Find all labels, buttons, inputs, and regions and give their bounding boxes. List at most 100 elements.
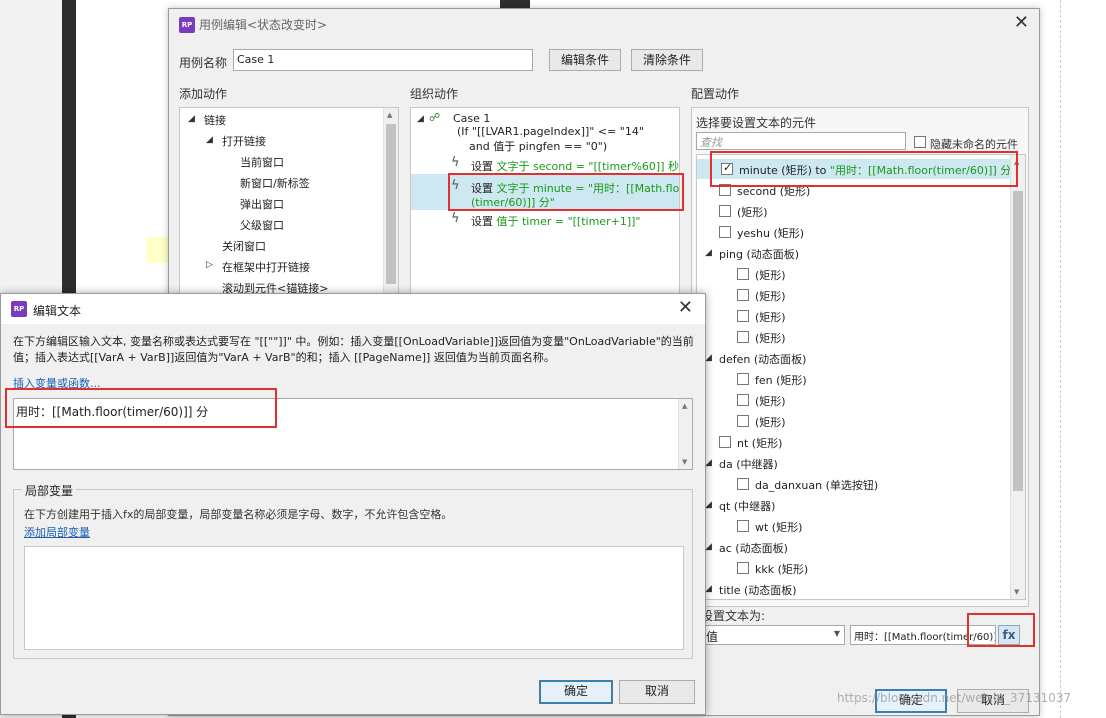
- action-prefix: 设置: [471, 160, 493, 173]
- hide-unnamed-checkbox[interactable]: [914, 136, 926, 148]
- edit-condition-button[interactable]: 编辑条件: [549, 49, 621, 71]
- clear-condition-button[interactable]: 清除条件: [631, 49, 703, 71]
- widget-checkbox[interactable]: [737, 562, 749, 574]
- widget-checkbox[interactable]: [737, 268, 749, 280]
- close-icon[interactable]: ✕: [678, 297, 693, 318]
- scroll-down-icon[interactable]: ▼: [1014, 588, 1019, 596]
- value-type-select[interactable]: 值 ▼: [701, 625, 845, 645]
- local-variables-desc: 在下方创建用于插入fx的局部变量，局部变量名称必须是字母、数字，不允许包含空格。: [24, 508, 453, 521]
- widget-checkbox[interactable]: [737, 520, 749, 532]
- set-text-label: 设置文本为:: [701, 609, 766, 623]
- widget-group[interactable]: title (动态面板): [719, 582, 797, 598]
- organize-actions-heading: 组织动作: [410, 87, 459, 101]
- widget-search-input[interactable]: 查找: [696, 132, 906, 150]
- highlight-box: [710, 151, 1018, 187]
- widget-group[interactable]: qt (中继器): [719, 498, 775, 514]
- local-variables-title: 局部变量: [22, 482, 77, 499]
- widget-item[interactable]: (矩形): [755, 288, 786, 304]
- widget-item[interactable]: kkk (矩形): [755, 561, 808, 577]
- background-dark-tab: [500, 0, 530, 8]
- widget-checkbox[interactable]: [737, 373, 749, 385]
- widget-group[interactable]: defen (动态面板): [719, 351, 806, 367]
- widget-checkbox[interactable]: [737, 394, 749, 406]
- axure-rp-icon: RP: [11, 301, 27, 317]
- widget-item[interactable]: (矩形): [755, 330, 786, 346]
- tree-item-new-window[interactable]: 新窗口/新标签: [240, 175, 310, 191]
- case-name-input[interactable]: Case 1: [233, 49, 533, 71]
- tree-item-close-window[interactable]: 关闭窗口: [222, 238, 266, 254]
- widget-item[interactable]: (矩形): [737, 204, 768, 220]
- action-bolt-icon: ϟ: [451, 155, 460, 170]
- tree-item-parent-window[interactable]: 父级窗口: [240, 217, 284, 233]
- widget-item[interactable]: (矩形): [755, 393, 786, 409]
- widget-checkbox[interactable]: [737, 289, 749, 301]
- configure-subheading: 选择要设置文本的元件: [696, 116, 817, 130]
- tree-item-current-window[interactable]: 当前窗口: [240, 154, 284, 170]
- scroll-up-icon[interactable]: ▲: [387, 111, 392, 119]
- collapse-icon[interactable]: ▷: [206, 260, 213, 270]
- expand-icon[interactable]: ◢: [188, 114, 195, 124]
- widget-item[interactable]: fen (矩形): [755, 372, 807, 388]
- widget-checkbox[interactable]: [737, 415, 749, 427]
- edit-ok-button[interactable]: 确定: [539, 680, 613, 704]
- widget-item[interactable]: wt (矩形): [755, 519, 802, 535]
- tree-item-link[interactable]: 链接: [204, 112, 226, 128]
- expand-icon[interactable]: ◢: [705, 542, 712, 552]
- widget-group[interactable]: ping (动态面板): [719, 246, 799, 262]
- widget-item[interactable]: da_danxuan (单选按钮): [755, 477, 878, 493]
- widget-checkbox[interactable]: [719, 205, 731, 217]
- widget-item[interactable]: (矩形): [755, 309, 786, 325]
- case-condition-line2: and 值于 pingfen == "0"): [469, 140, 608, 153]
- case-title[interactable]: Case 1: [453, 112, 490, 125]
- tree-item-open-in-frame[interactable]: 在框架中打开链接: [222, 259, 310, 275]
- hide-unnamed-label: 隐藏未命名的元件: [930, 138, 1018, 151]
- action-detail: 文字于 second = "[[timer%60]] 秒": [496, 160, 680, 173]
- action-prefix: 设置: [471, 215, 493, 228]
- widget-group[interactable]: ac (动态面板): [719, 540, 788, 556]
- axure-rp-icon: RP: [179, 17, 195, 33]
- highlight-box: [5, 388, 277, 428]
- widget-item[interactable]: nt (矩形): [737, 435, 782, 451]
- expand-icon[interactable]: ◢: [206, 135, 213, 145]
- watermark: https://blog.csdn.net/weixin_37131037: [837, 691, 1072, 705]
- widget-group[interactable]: da (中继器): [719, 456, 778, 472]
- expand-icon[interactable]: ◢: [705, 584, 712, 594]
- action-set-second[interactable]: 设置 文字于 second = "[[timer%60]] 秒": [471, 158, 680, 174]
- widget-checkbox[interactable]: [737, 478, 749, 490]
- case-icon: ☍: [429, 111, 441, 124]
- case-condition-line1: (If "[[LVAR1.pageIndex]]" <= "14": [457, 125, 644, 138]
- scroll-down-icon[interactable]: ▼: [682, 458, 687, 466]
- configure-actions-heading: 配置动作: [691, 87, 740, 101]
- scroll-up-icon[interactable]: ▲: [682, 402, 687, 410]
- widget-checkbox[interactable]: [737, 310, 749, 322]
- case-name-label: 用例名称: [179, 56, 228, 70]
- expand-icon[interactable]: ◢: [705, 248, 712, 258]
- edit-text-header: [1, 294, 705, 324]
- edit-cancel-button[interactable]: 取消: [619, 680, 695, 704]
- dialog-title: 用例编辑<状态改变时>: [199, 18, 328, 32]
- widget-item[interactable]: (矩形): [755, 414, 786, 430]
- local-variables-list[interactable]: [24, 546, 684, 650]
- background-guide-line: [1060, 0, 1061, 718]
- expand-icon[interactable]: ◢: [705, 458, 712, 468]
- expand-icon[interactable]: ◢: [705, 500, 712, 510]
- widget-checkbox[interactable]: [719, 226, 731, 238]
- widget-item[interactable]: (矩形): [755, 267, 786, 283]
- expand-icon[interactable]: ◢: [417, 114, 424, 124]
- tree-item-popup-window[interactable]: 弹出窗口: [240, 196, 284, 212]
- editor-scrollbar[interactable]: ▲ ▼: [678, 399, 692, 469]
- expand-icon[interactable]: ◢: [705, 353, 712, 363]
- scrollbar-thumb[interactable]: [386, 124, 396, 284]
- widget-list-scrollbar[interactable]: ▲ ▼: [1010, 155, 1025, 599]
- tree-item-open-link[interactable]: 打开链接: [222, 133, 266, 149]
- widget-item[interactable]: yeshu (矩形): [737, 225, 804, 241]
- add-local-variable-link[interactable]: 添加局部变量: [24, 524, 90, 540]
- edit-text-description: 在下方编辑区输入文本, 变量名称或表达式要写在 "[[""]]" 中。例如：插入…: [13, 335, 694, 364]
- action-detail: 值于 timer = "[[timer+1]]": [496, 215, 641, 228]
- widget-checkbox[interactable]: [719, 436, 731, 448]
- close-icon[interactable]: ✕: [1014, 12, 1029, 33]
- value-type-text: 值: [706, 630, 719, 644]
- action-set-timer[interactable]: 设置 值于 timer = "[[timer+1]]": [471, 213, 640, 229]
- scrollbar-thumb[interactable]: [1013, 191, 1023, 491]
- widget-checkbox[interactable]: [737, 331, 749, 343]
